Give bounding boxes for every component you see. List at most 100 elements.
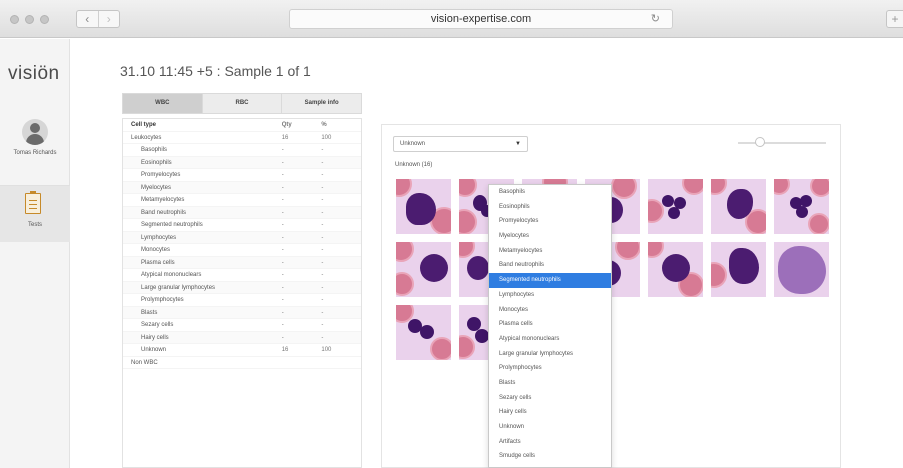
tab-wbc[interactable]: WBC xyxy=(122,93,203,114)
table-row: Large granular lymphocytes - - xyxy=(123,281,361,294)
minimize-window-button[interactable] xyxy=(25,15,34,24)
dropdown-option[interactable]: Hairy cells xyxy=(489,405,611,420)
dropdown-option[interactable]: Band neutrophils xyxy=(489,258,611,273)
zoom-slider-thumb[interactable] xyxy=(755,137,765,147)
cell-type-name: Metamyelocytes xyxy=(141,197,185,203)
dropdown-option[interactable]: Blasts xyxy=(489,376,611,391)
cell-qty: - xyxy=(281,322,284,328)
column-header-qty: Qty xyxy=(281,122,292,128)
vision-logo[interactable]: visiön xyxy=(8,63,60,85)
cell-image-tile[interactable] xyxy=(774,179,829,234)
table-row: Metamyelocytes - - xyxy=(123,194,361,207)
cell-percent: - xyxy=(321,309,324,316)
close-window-button[interactable] xyxy=(10,15,19,24)
cell-image-tile[interactable] xyxy=(396,305,451,360)
dropdown-option[interactable]: Artifacts xyxy=(489,435,611,450)
new-tab-button[interactable]: + xyxy=(886,10,903,28)
user-name: Tomas Richards xyxy=(13,150,57,156)
dropdown-option[interactable]: Atypical mononuclears xyxy=(489,332,611,347)
table-row: Band neutrophils - - xyxy=(123,206,361,219)
forward-button[interactable]: › xyxy=(97,11,120,27)
cell-image-tile[interactable] xyxy=(711,242,766,297)
cell-qty: 16 xyxy=(281,134,289,141)
avatar-head xyxy=(30,123,40,133)
column-header-cell-type: Cell type xyxy=(131,122,157,128)
dropdown-option[interactable]: Basophils xyxy=(489,185,611,200)
table-row: Plasma cells - - xyxy=(123,256,361,269)
cell-percent: - xyxy=(321,197,324,203)
cell-qty: - xyxy=(281,272,284,278)
table-row: Leukocytes 16 100 xyxy=(123,132,361,144)
cell-image-tile[interactable] xyxy=(774,242,829,297)
tab-sample-info[interactable]: Sample info xyxy=(282,93,363,114)
dropdown-option[interactable]: Unknown xyxy=(489,420,611,435)
dropdown-option[interactable]: Sezary cells xyxy=(489,391,611,406)
cell-type-name: Monocytes xyxy=(141,247,171,253)
cell-percent: - xyxy=(321,147,324,153)
address-bar[interactable]: vision-expertise.com ↻ xyxy=(289,9,673,29)
cell-qty: - xyxy=(281,234,284,241)
table-row: Eosinophils - - xyxy=(123,156,361,169)
dropdown-option[interactable]: Eosinophils xyxy=(489,200,611,215)
cell-percent: - xyxy=(321,234,324,241)
sidebar-item-tests[interactable]: Tests xyxy=(0,186,70,242)
cell-type-name: Segmented neutrophils xyxy=(141,222,203,228)
cell-type-name: Prolymphocytes xyxy=(141,297,184,303)
back-button[interactable]: ‹ xyxy=(77,11,98,27)
cell-count-table: Cell type Qty % Leukocytes 16 100 Basophils… xyxy=(122,118,362,468)
zoom-slider-track[interactable] xyxy=(738,142,826,144)
cell-image-tile[interactable] xyxy=(648,242,703,297)
reload-icon[interactable]: ↻ xyxy=(651,10,660,28)
dropdown-option[interactable]: Prolymphocytes xyxy=(489,361,611,376)
cell-image-tile[interactable] xyxy=(711,179,766,234)
dropdown-option[interactable]: Lymphocytes xyxy=(489,288,611,303)
zoom-window-button[interactable] xyxy=(40,15,49,24)
cell-type-name: Hairy cells xyxy=(141,334,169,341)
cell-percent: - xyxy=(321,172,324,178)
cell-type-name: Myelocytes xyxy=(141,184,172,191)
cell-image-tile[interactable] xyxy=(648,179,703,234)
cell-qty: - xyxy=(281,284,284,291)
cell-type-filter-select[interactable]: Unknown ▼ xyxy=(393,136,528,152)
dropdown-option[interactable]: Plasma cells xyxy=(489,317,611,332)
table-row: Myelocytes - - xyxy=(123,181,361,194)
user-avatar[interactable] xyxy=(22,119,48,145)
cell-percent: - xyxy=(321,259,324,266)
dropdown-option[interactable]: Monocytes xyxy=(489,303,611,318)
dropdown-option[interactable]: Smudge cells xyxy=(489,449,611,464)
cell-qty: - xyxy=(281,247,284,253)
table-row: Unknown 16 100 xyxy=(123,344,361,357)
cell-qty: - xyxy=(281,259,284,266)
cell-percent: - xyxy=(321,247,324,253)
cell-percent: - xyxy=(321,334,324,341)
cell-type-name: Basophils xyxy=(141,147,168,153)
tab-bar: WBC RBC Sample info xyxy=(122,93,363,114)
cell-image-tile[interactable] xyxy=(396,179,451,234)
cell-percent: - xyxy=(321,322,324,328)
cell-qty: - xyxy=(281,184,284,191)
clipboard-icon xyxy=(25,191,41,214)
cell-type-name: Leukocytes xyxy=(131,134,162,141)
dropdown-option[interactable]: Metamyelocytes xyxy=(489,244,611,259)
cell-type-name: Blasts xyxy=(141,309,158,316)
cell-type-name: Sezary cells xyxy=(141,322,174,328)
dropdown-option[interactable]: Large granular lymphocytes xyxy=(489,347,611,362)
cell-percent: 100 xyxy=(321,134,332,141)
dropdown-option[interactable]: Segmented neutrophils xyxy=(489,273,611,288)
table-row: Non WBC xyxy=(123,357,361,369)
tab-rbc[interactable]: RBC xyxy=(202,93,283,114)
cell-image-tile[interactable] xyxy=(396,242,451,297)
cell-percent: - xyxy=(321,297,324,303)
cell-percent: - xyxy=(321,159,324,166)
table-row: Basophils - - xyxy=(123,144,361,157)
history-nav: ‹ › xyxy=(76,10,120,28)
cell-qty: - xyxy=(281,309,284,316)
dropdown-option[interactable]: Promyelocytes xyxy=(489,214,611,229)
cell-type-name: Large granular lymphocytes xyxy=(141,284,216,291)
dropdown-option[interactable]: Myelocytes xyxy=(489,229,611,244)
cell-percent: - xyxy=(321,209,324,216)
cell-percent: - xyxy=(321,222,324,228)
cell-type-name: Atypical mononuclears xyxy=(141,272,202,278)
cell-percent: - xyxy=(321,272,324,278)
table-row: Atypical mononuclears - - xyxy=(123,269,361,282)
